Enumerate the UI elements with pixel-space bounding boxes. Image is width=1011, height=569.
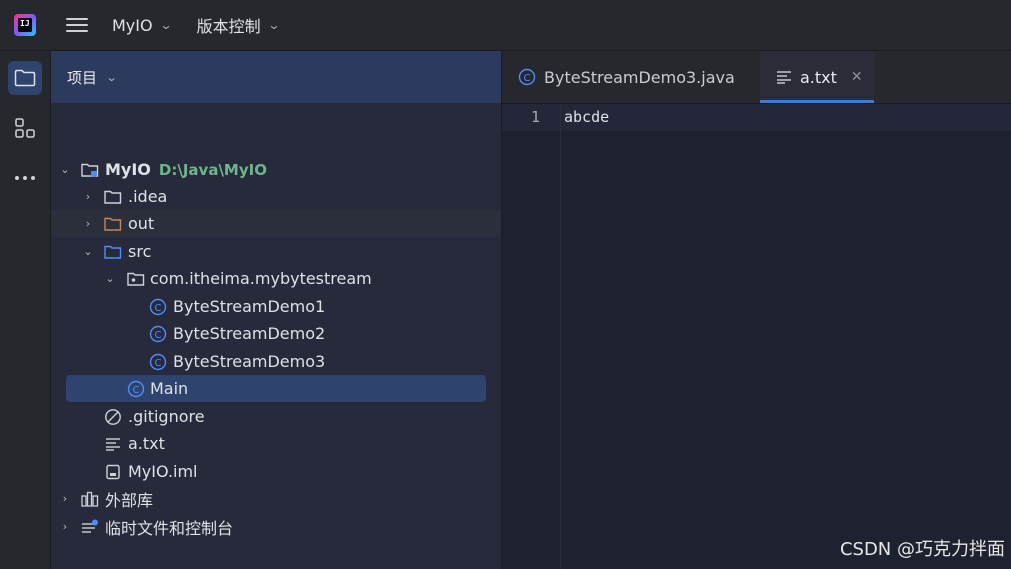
line-number-gutter <box>502 104 561 569</box>
tree-row-src[interactable]: ⌄ src <box>51 238 501 265</box>
module-folder-icon <box>81 161 99 179</box>
main-label: Main <box>150 379 189 398</box>
tab-label: a.txt <box>800 67 837 87</box>
scratches-label: 临时文件和控制台 <box>105 518 234 538</box>
editor-tab-bar: C ByteStreamDemo3.java a.txt ✕ <box>502 51 1011 104</box>
watermark: CSDN @巧克力拌面 <box>839 539 1005 560</box>
tree-row-out[interactable]: › out <box>51 210 501 237</box>
more-dots-icon <box>15 176 35 180</box>
java-class-icon: C <box>149 353 167 371</box>
demo3-label: ByteStreamDemo3 <box>173 352 326 371</box>
chevron-down-icon: ⌄ <box>159 18 173 32</box>
editor-area: C ByteStreamDemo3.java a.txt ✕ 1 abcde <box>502 51 1011 569</box>
library-icon <box>81 490 99 508</box>
tab-a-txt[interactable]: a.txt ✕ <box>760 51 874 103</box>
svg-text:C: C <box>524 73 531 84</box>
title-bar: IJ MyIO ⌄ 版本控制 ⌄ <box>0 0 1011 51</box>
chevron-down-icon: ⌄ <box>267 18 281 32</box>
demo1-label: ByteStreamDemo1 <box>173 297 326 316</box>
svg-text:C: C <box>133 384 140 395</box>
project-menu-label: MyIO <box>112 15 153 35</box>
project-panel-title: 项目 <box>67 68 98 87</box>
project-panel-header[interactable]: 项目 ⌄ <box>51 51 501 103</box>
root-path: D:\Java\MyIO <box>158 161 267 179</box>
project-menu-button[interactable]: MyIO ⌄ <box>112 15 173 35</box>
java-class-icon: C <box>518 68 536 86</box>
excluded-folder-icon <box>104 215 122 233</box>
intellij-logo-icon[interactable]: IJ <box>14 14 36 36</box>
package-icon <box>127 270 145 288</box>
ignored-file-icon <box>104 408 122 426</box>
code-line[interactable]: abcde <box>564 104 609 131</box>
iml-label: MyIO.iml <box>128 462 198 481</box>
java-class-icon: C <box>149 298 167 316</box>
folder-icon <box>14 69 36 87</box>
java-class-icon: C <box>127 380 145 398</box>
chevron-down-icon[interactable]: ⌄ <box>59 163 71 176</box>
tree-row-external-libs[interactable]: › 外部库 <box>51 485 501 512</box>
logo-text: IJ <box>20 19 30 28</box>
structure-tool-button[interactable] <box>8 111 42 145</box>
tree-row-package[interactable]: ⌄ com.itheima.mybytestream <box>51 265 501 292</box>
project-tool-button[interactable] <box>8 61 42 95</box>
tree-row-iml[interactable]: MyIO.iml <box>51 458 501 485</box>
package-label: com.itheima.mybytestream <box>150 269 372 288</box>
source-folder-icon <box>104 243 122 261</box>
chevron-right-icon[interactable]: › <box>59 520 71 533</box>
chevron-right-icon[interactable]: › <box>59 492 71 505</box>
close-icon[interactable]: ✕ <box>851 69 863 85</box>
tree-row-gitignore[interactable]: .gitignore <box>51 403 501 430</box>
svg-text:C: C <box>155 329 162 340</box>
vcs-menu-label: 版本控制 <box>196 17 261 36</box>
chevron-down-icon[interactable]: ⌄ <box>104 272 116 285</box>
tab-bytestreamdemo3-java[interactable]: C ByteStreamDemo3.java <box>502 51 760 103</box>
scratches-icon <box>81 518 99 536</box>
tree-row-demo3[interactable]: C ByteStreamDemo3 <box>51 348 501 375</box>
src-label: src <box>128 242 152 261</box>
tree-row-scratches[interactable]: › 临时文件和控制台 <box>51 513 501 540</box>
tab-label: ByteStreamDemo3.java <box>544 67 735 87</box>
tree-row-main[interactable]: C Main <box>51 375 501 402</box>
tree-row-demo1[interactable]: C ByteStreamDemo1 <box>51 293 501 320</box>
text-file-icon <box>776 70 792 84</box>
java-class-icon: C <box>149 325 167 343</box>
tree-row-demo2[interactable]: C ByteStreamDemo2 <box>51 320 501 347</box>
tree-row-idea[interactable]: › .idea <box>51 183 501 210</box>
vcs-menu-button[interactable]: 版本控制 ⌄ <box>196 13 281 37</box>
text-file-icon <box>104 435 122 453</box>
atxt-label: a.txt <box>128 434 165 453</box>
structure-icon <box>15 118 35 138</box>
svg-text:C: C <box>155 357 162 368</box>
project-panel: 项目 ⌄ ⌄ MyIO D:\Java\MyIO › .idea › out ⌄… <box>51 51 502 569</box>
tool-window-strip <box>0 51 51 569</box>
chevron-down-icon[interactable]: ⌄ <box>82 245 94 258</box>
main-menu-hamburger-icon[interactable] <box>66 14 88 36</box>
tree-row-root[interactable]: ⌄ MyIO D:\Java\MyIO <box>51 156 501 183</box>
tree-row-atxt[interactable]: a.txt <box>51 430 501 457</box>
chevron-right-icon[interactable]: › <box>82 190 94 203</box>
more-tools-button[interactable] <box>8 161 42 195</box>
module-file-icon <box>104 463 122 481</box>
root-label: MyIO D:\Java\MyIO <box>105 160 267 179</box>
chevron-right-icon[interactable]: › <box>82 217 94 230</box>
idea-label: .idea <box>128 187 168 206</box>
external-libs-label: 外部库 <box>105 490 154 510</box>
chevron-down-icon: ⌄ <box>105 70 118 84</box>
demo2-label: ByteStreamDemo2 <box>173 324 326 343</box>
svg-text:C: C <box>155 302 162 313</box>
out-label: out <box>128 214 155 233</box>
line-number: 1 <box>530 108 540 126</box>
gitignore-label: .gitignore <box>128 407 205 426</box>
folder-icon <box>104 188 122 206</box>
